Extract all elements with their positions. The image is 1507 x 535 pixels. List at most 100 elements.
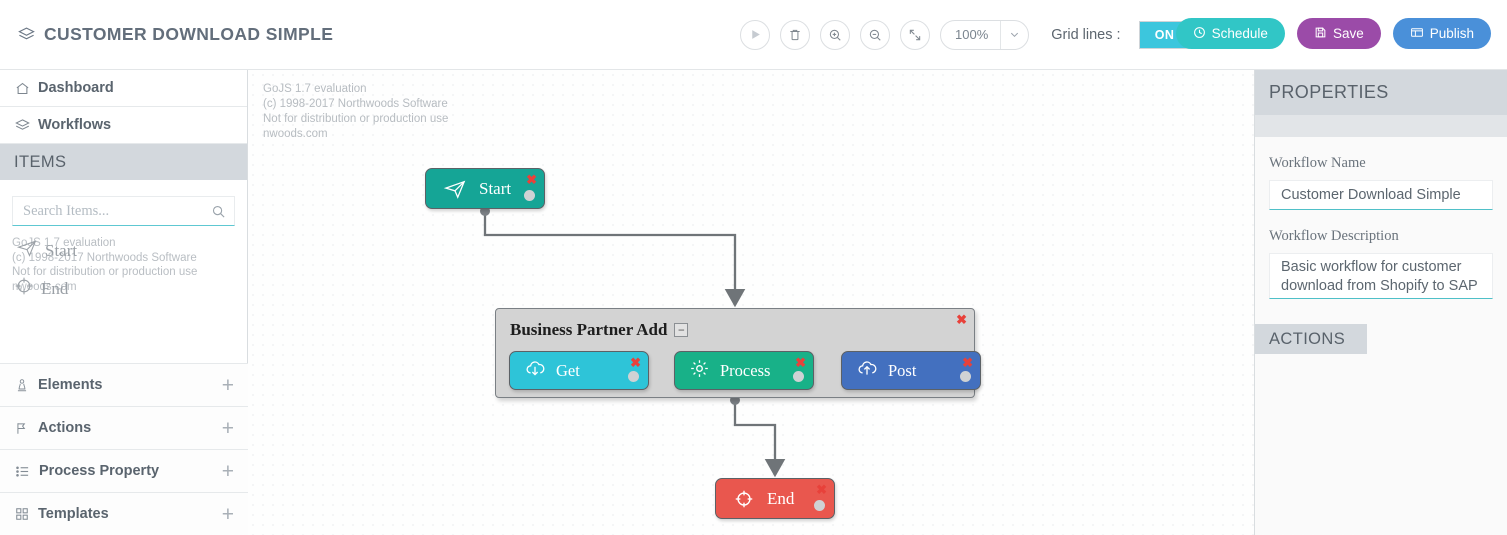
zoom-in-button[interactable] <box>820 20 850 50</box>
node-get-port[interactable] <box>628 371 639 382</box>
node-end-label: End <box>767 489 794 509</box>
floppy-disk-icon <box>1314 26 1327 42</box>
node-post[interactable]: Post ✖ <box>841 351 981 390</box>
palette-item-start[interactable]: Start <box>16 238 77 263</box>
accordion-templates-label: Templates <box>38 506 109 522</box>
workflow-name-label: Workflow Name <box>1269 155 1493 172</box>
workflow-description-label: Workflow Description <box>1269 228 1493 245</box>
node-process[interactable]: Process ✖ <box>674 351 814 390</box>
workflow-links <box>248 70 1254 535</box>
search-items-box[interactable] <box>12 196 235 226</box>
sidebar-item-workflows[interactable]: Workflows <box>0 107 247 144</box>
palette-item-end[interactable]: End <box>14 276 68 301</box>
add-template-button[interactable]: + <box>222 504 234 525</box>
node-end[interactable]: End ✖ <box>715 478 835 519</box>
app-header: CUSTOMER DOWNLOAD SIMPLE <box>0 0 1507 70</box>
search-icon[interactable] <box>211 204 226 219</box>
workflow-name-input[interactable] <box>1269 180 1493 210</box>
node-process-port[interactable] <box>793 371 804 382</box>
node-process-label: Process <box>720 361 770 381</box>
node-post-close-icon[interactable]: ✖ <box>962 356 973 369</box>
properties-header: PROPERTIES <box>1255 70 1507 115</box>
group-title-label: Business Partner Add <box>510 320 667 340</box>
cloud-download-icon <box>524 358 546 384</box>
group-collapse-button[interactable]: − <box>674 323 688 337</box>
group-business-partner-add[interactable]: Business Partner Add − ✖ Get ✖ Process ✖ <box>495 308 975 398</box>
publish-button-label: Publish <box>1430 26 1474 41</box>
chevron-down-icon[interactable] <box>1000 21 1028 49</box>
paper-plane-icon <box>443 178 467 200</box>
node-post-port[interactable] <box>960 371 971 382</box>
schedule-button[interactable]: Schedule <box>1176 18 1285 49</box>
sidebar-item-workflows-label: Workflows <box>38 117 111 133</box>
pawn-icon <box>15 378 29 393</box>
group-close-icon[interactable]: ✖ <box>956 313 967 326</box>
node-get-close-icon[interactable]: ✖ <box>630 356 641 369</box>
zoom-level-select[interactable]: 100% <box>940 20 1029 50</box>
search-items-wrap <box>0 180 247 226</box>
paper-plane-icon <box>16 238 38 263</box>
flag-icon <box>15 421 29 436</box>
search-input[interactable] <box>23 203 211 220</box>
gear-icon <box>689 358 710 384</box>
node-get[interactable]: Get ✖ <box>509 351 649 390</box>
node-start-close-icon[interactable]: ✖ <box>526 173 537 186</box>
schedule-button-label: Schedule <box>1212 26 1268 41</box>
add-element-button[interactable]: + <box>222 375 234 396</box>
workflow-description-textarea[interactable] <box>1269 253 1493 299</box>
workflow-name-field: Workflow Name <box>1255 137 1507 210</box>
publish-icon <box>1410 26 1424 42</box>
sidebar-accordion-list: Elements + Actions + Process P <box>0 363 248 535</box>
accordion-actions-label-wrap: Actions <box>15 420 222 436</box>
properties-header-label: PROPERTIES <box>1269 82 1389 103</box>
node-end-port[interactable] <box>814 500 825 511</box>
actions-section-label: ACTIONS <box>1269 330 1345 349</box>
workflow-canvas[interactable]: GoJS 1.7 evaluation (c) 1998-2017 Northw… <box>248 70 1254 535</box>
accordion-elements[interactable]: Elements + <box>0 363 248 406</box>
properties-subbar <box>1255 115 1507 137</box>
group-title: Business Partner Add − <box>510 320 688 340</box>
items-palette[interactable]: GoJS 1.7 evaluation (c) 1998-2017 Northw… <box>0 236 247 318</box>
clock-icon <box>1193 26 1206 42</box>
header-actions: Schedule Save Publish <box>1176 18 1491 49</box>
layers-icon <box>15 118 30 133</box>
crosshair-icon <box>14 276 34 301</box>
canvas-toolbar: 100% Grid lines : ON <box>740 20 1239 50</box>
node-process-close-icon[interactable]: ✖ <box>795 356 806 369</box>
play-button[interactable] <box>740 20 770 50</box>
sidebar-item-dashboard-label: Dashboard <box>38 80 114 96</box>
sidebar-item-dashboard[interactable]: Dashboard <box>0 70 247 107</box>
fit-to-screen-button[interactable] <box>900 20 930 50</box>
brand: CUSTOMER DOWNLOAD SIMPLE <box>0 24 640 45</box>
accordion-templates[interactable]: Templates + <box>0 492 248 535</box>
page-title: CUSTOMER DOWNLOAD SIMPLE <box>44 24 333 45</box>
node-post-label: Post <box>888 361 916 381</box>
accordion-elements-label: Elements <box>38 377 102 393</box>
layers-icon <box>18 26 35 43</box>
save-button-label: Save <box>1333 26 1364 41</box>
cloud-upload-icon <box>856 358 878 384</box>
accordion-actions[interactable]: Actions + <box>0 406 248 449</box>
zoom-level-value: 100% <box>941 21 1000 49</box>
add-action-button[interactable]: + <box>222 418 234 439</box>
accordion-process-property-label: Process Property <box>39 463 159 479</box>
accordion-elements-label-wrap: Elements <box>15 377 222 393</box>
palette-item-end-label: End <box>41 279 68 299</box>
node-start-port[interactable] <box>524 190 535 201</box>
palette-item-start-label: Start <box>45 241 77 261</box>
save-button[interactable]: Save <box>1297 18 1381 49</box>
accordion-actions-label: Actions <box>38 420 91 436</box>
node-end-close-icon[interactable]: ✖ <box>816 483 827 496</box>
add-process-property-button[interactable]: + <box>222 461 234 482</box>
delete-button[interactable] <box>780 20 810 50</box>
node-start-label: Start <box>479 179 511 199</box>
home-icon <box>15 81 30 96</box>
zoom-out-button[interactable] <box>860 20 890 50</box>
accordion-process-property[interactable]: Process Property + <box>0 449 248 492</box>
publish-button[interactable]: Publish <box>1393 18 1491 49</box>
grid-icon <box>15 507 29 521</box>
node-start[interactable]: Start ✖ <box>425 168 545 209</box>
workflow-description-field: Workflow Description <box>1255 210 1507 304</box>
accordion-templates-label-wrap: Templates <box>15 506 222 522</box>
items-section-header: ITEMS <box>0 144 247 180</box>
